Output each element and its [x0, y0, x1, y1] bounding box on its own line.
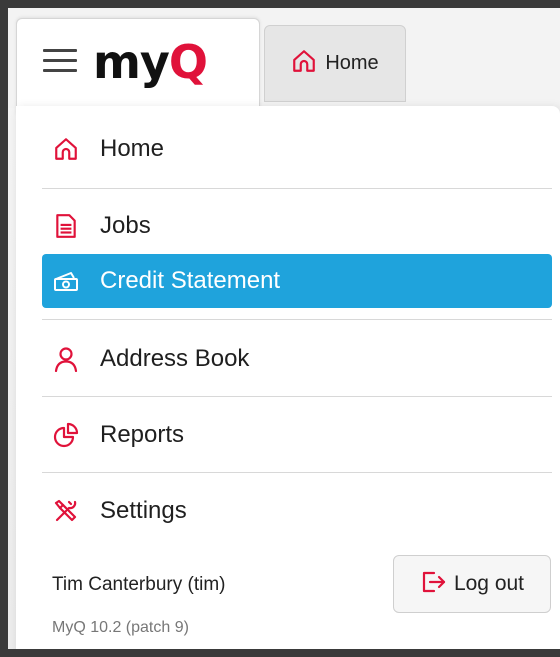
menu-item-home[interactable]: Home — [42, 122, 552, 176]
menu-item-label: Credit Statement — [100, 267, 281, 294]
logout-label: Log out — [453, 572, 525, 595]
app-window: myQ Home Home Jobs Credit Statement Addr… — [8, 8, 560, 657]
menu-item-settings[interactable]: Settings — [42, 484, 552, 538]
menu-item-jobs[interactable]: Jobs — [42, 199, 552, 253]
menu-tab: myQ — [16, 18, 260, 115]
tab-bar: myQ Home — [8, 8, 560, 115]
home-icon — [291, 48, 317, 79]
navigation-menu-panel: Home Jobs Credit Statement Address Book … — [16, 106, 560, 657]
menu-item-label: Settings — [100, 497, 187, 524]
logo-text: my — [93, 35, 170, 89]
logout-button[interactable]: Log out — [393, 555, 551, 613]
menu-divider — [42, 396, 552, 397]
menu-item-label: Jobs — [100, 212, 151, 239]
window-bottom-edge — [8, 649, 560, 657]
pie-chart-icon — [52, 421, 80, 449]
hamburger-menu-icon[interactable] — [41, 45, 81, 77]
menu-item-label: Address Book — [100, 345, 250, 372]
current-user-name: Tim Canterbury (tim) — [52, 574, 226, 595]
app-version: MyQ 10.2 (patch 9) — [52, 619, 189, 636]
menu-item-label: Reports — [100, 421, 185, 448]
money-icon — [52, 267, 80, 295]
tools-icon — [52, 497, 80, 525]
tab-home[interactable]: Home — [264, 25, 406, 102]
menu-divider — [42, 472, 552, 473]
logout-icon — [420, 569, 446, 600]
menu-item-label: Home — [100, 135, 165, 162]
person-icon — [52, 345, 80, 373]
menu-item-reports[interactable]: Reports — [42, 408, 552, 462]
home-icon — [52, 135, 80, 163]
tab-home-label: Home — [325, 52, 379, 74]
logo-text-accent: Q — [168, 35, 208, 89]
menu-item-address-book[interactable]: Address Book — [42, 332, 552, 386]
document-icon — [52, 212, 80, 240]
myq-logo: myQ — [93, 35, 208, 89]
menu-divider — [42, 319, 552, 320]
menu-item-credit-statement[interactable]: Credit Statement — [42, 254, 552, 308]
menu-divider — [42, 188, 552, 189]
